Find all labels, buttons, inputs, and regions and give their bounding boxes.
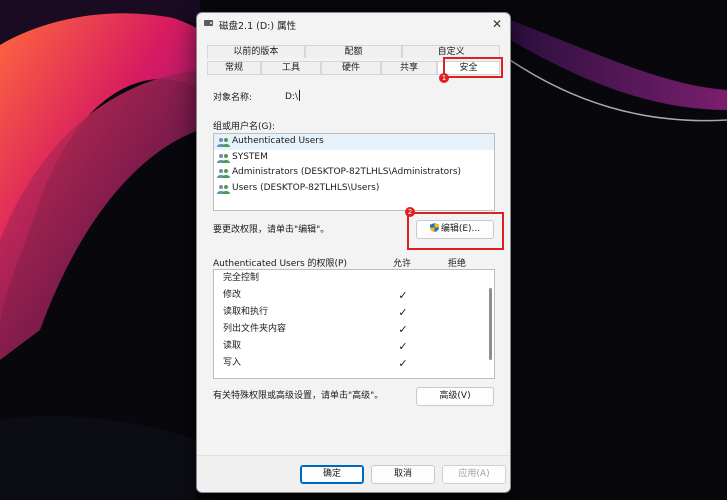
change-permissions-hint: 要更改权限，请单击"编辑"。 (213, 225, 330, 235)
list-item[interactable]: Users (DESKTOP-82TLHLS\Users) (214, 181, 494, 197)
tab-hardware[interactable]: 硬件 (321, 61, 381, 74)
list-item[interactable]: Administrators (DESKTOP-82TLHLS\Administ… (214, 165, 494, 181)
permissions-label: Authenticated Users 的权限(P) (213, 259, 347, 269)
tab-previous-versions[interactable]: 以前的版本 (207, 45, 305, 58)
close-icon[interactable]: ✕ (488, 15, 506, 33)
table-row: 读取和执行 ✓ (214, 304, 494, 321)
object-name-label: 对象名称: (213, 93, 253, 103)
highlight-security-tab (443, 57, 503, 78)
edit-button[interactable]: 编辑(E)... (416, 220, 494, 239)
list-item[interactable]: SYSTEM (214, 150, 494, 166)
tab-tools[interactable]: 工具 (261, 61, 321, 74)
properties-dialog: 磁盘2.1 (D:) 属性 ✕ 以前的版本 配额 自定义 常规 工具 硬件 共享… (196, 12, 511, 493)
tab-general[interactable]: 常规 (207, 61, 261, 74)
list-item[interactable]: Authenticated Users (214, 134, 494, 150)
table-row: 列出文件夹内容 ✓ (214, 321, 494, 338)
dialog-footer: 确定 取消 应用(A) (197, 455, 510, 492)
permissions-list[interactable]: 完全控制 修改 ✓ 读取和执行 ✓ 列出文件夹内容 ✓ 读取 ✓ 写入 ✓ (213, 269, 495, 379)
table-row: 写入 ✓ (214, 355, 494, 372)
user-group-icon (217, 184, 230, 194)
cancel-button[interactable]: 取消 (371, 465, 435, 484)
advanced-hint: 有关特殊权限或高级设置，请单击"高级"。 (213, 391, 384, 401)
tab-quota[interactable]: 配额 (304, 45, 403, 58)
advanced-button[interactable]: 高级(V) (416, 387, 494, 406)
object-name-value[interactable]: D:\ (285, 90, 300, 102)
title-bar[interactable]: 磁盘2.1 (D:) 属性 ✕ (197, 13, 510, 35)
user-group-icon (217, 169, 230, 178)
user-group-icon (217, 138, 230, 147)
user-group-icon (217, 153, 230, 163)
permissions-scrollbar[interactable] (489, 288, 492, 360)
table-row: 修改 ✓ (214, 287, 494, 304)
allow-header: 允许 (393, 259, 412, 269)
apply-button[interactable]: 应用(A) (442, 465, 506, 484)
table-row: 读取 ✓ (214, 338, 494, 355)
drive-icon (204, 20, 213, 26)
checkmark-icon: ✓ (398, 306, 408, 319)
table-row: 完全控制 (223, 273, 260, 283)
user-list[interactable]: Authenticated Users SYSTEM Administrator… (213, 133, 495, 211)
checkmark-icon: ✓ (398, 323, 408, 336)
annotation-badge-2: 2 (405, 207, 415, 217)
window-title: 磁盘2.1 (D:) 属性 (219, 21, 297, 32)
checkmark-icon: ✓ (398, 289, 408, 302)
tab-sharing[interactable]: 共享 (381, 61, 437, 74)
checkmark-icon: ✓ (398, 357, 408, 370)
uac-shield-icon (429, 223, 439, 232)
ok-button[interactable]: 确定 (300, 465, 364, 484)
deny-header: 拒绝 (448, 259, 467, 269)
annotation-badge-1: 1 (439, 73, 449, 83)
group-label: 组或用户名(G): (213, 122, 276, 132)
checkmark-icon: ✓ (398, 340, 408, 353)
